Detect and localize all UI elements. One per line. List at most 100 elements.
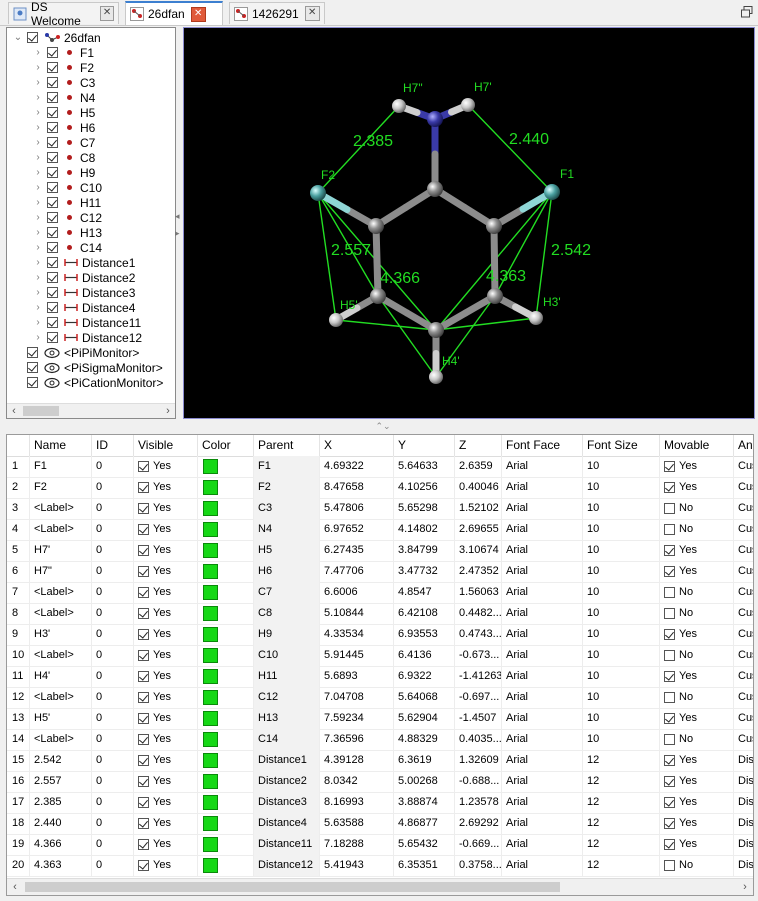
checkbox[interactable]: [664, 670, 675, 682]
x-cell[interactable]: 5.63588: [320, 813, 394, 834]
z-cell[interactable]: 2.47352: [455, 561, 502, 582]
color-cell[interactable]: [198, 603, 254, 624]
an-cell[interactable]: Cus: [734, 561, 753, 582]
column-header[interactable]: Name: [30, 435, 92, 456]
an-cell[interactable]: Cus: [734, 582, 753, 603]
color-swatch[interactable]: [203, 626, 218, 642]
scroll-left-icon[interactable]: ‹: [7, 879, 23, 895]
an-cell[interactable]: Cus: [734, 603, 753, 624]
tree-item-monitor[interactable]: <PiPiMonitor>: [13, 345, 139, 360]
row-number-cell[interactable]: 19: [7, 834, 30, 855]
checkbox[interactable]: [664, 817, 675, 829]
chevron-right-icon[interactable]: ›: [33, 107, 43, 118]
visibility-checkbox[interactable]: [47, 227, 58, 238]
vertical-splitter[interactable]: ◂ ▸: [175, 211, 183, 241]
movable-cell[interactable]: Yes: [660, 750, 734, 771]
visibility-checkbox[interactable]: [47, 197, 58, 208]
column-header[interactable]: ID: [92, 435, 134, 456]
chevron-down-icon[interactable]: ⌄: [383, 421, 391, 431]
color-swatch[interactable]: [203, 836, 218, 852]
chevron-right-icon[interactable]: ▸: [175, 228, 183, 239]
color-cell[interactable]: [198, 750, 254, 771]
x-cell[interactable]: 5.10844: [320, 603, 394, 624]
table-row[interactable]: 1 F1 0 Yes F1 4.69322 5.64633 2.6359 Arial 10 Yes C…: [7, 456, 753, 478]
chevron-right-icon[interactable]: ›: [33, 152, 43, 163]
color-cell[interactable]: [198, 561, 254, 582]
row-number-cell[interactable]: 5: [7, 540, 30, 561]
chevron-right-icon[interactable]: ›: [33, 272, 43, 283]
checkbox[interactable]: [664, 544, 675, 556]
z-cell[interactable]: -1.41263: [455, 666, 502, 687]
parent-cell[interactable]: C8: [254, 603, 320, 624]
size-cell[interactable]: 10: [583, 666, 660, 687]
checkbox[interactable]: [664, 607, 675, 619]
chevron-right-icon[interactable]: ›: [33, 77, 43, 88]
hydrogen-atom[interactable]: [429, 370, 443, 384]
checkbox[interactable]: [138, 796, 149, 808]
visible-cell[interactable]: Yes: [134, 687, 198, 708]
size-cell[interactable]: 12: [583, 834, 660, 855]
checkbox[interactable]: [664, 502, 675, 514]
y-cell[interactable]: 3.84799: [394, 540, 455, 561]
color-swatch[interactable]: [203, 815, 218, 831]
close-icon[interactable]: ✕: [100, 6, 114, 21]
row-number-cell[interactable]: 1: [7, 456, 30, 477]
checkbox[interactable]: [138, 544, 149, 556]
size-cell[interactable]: 10: [583, 456, 660, 477]
table-row[interactable]: 17 2.385 0 Yes Distance3 8.16993 3.88874 1.2357…: [7, 792, 753, 814]
table-row[interactable]: 2 F2 0 Yes F2 8.47658 4.10256 0.40046 Arial 10 Yes…: [7, 477, 753, 499]
chevron-right-icon[interactable]: ›: [33, 47, 43, 58]
z-cell[interactable]: -0.697...: [455, 687, 502, 708]
column-header[interactable]: Font Size: [583, 435, 660, 456]
checkbox[interactable]: [664, 712, 675, 724]
y-cell[interactable]: 6.4136: [394, 645, 455, 666]
tab-ds-welcome[interactable]: DS Welcome ✕: [8, 0, 119, 28]
color-cell[interactable]: [198, 645, 254, 666]
row-number-cell[interactable]: 11: [7, 666, 30, 687]
tree-item-distance[interactable]: › Distance2: [33, 270, 135, 285]
movable-cell[interactable]: Yes: [660, 792, 734, 813]
movable-cell[interactable]: Yes: [660, 813, 734, 834]
id-cell[interactable]: 0: [92, 624, 134, 645]
movable-cell[interactable]: Yes: [660, 540, 734, 561]
x-cell[interactable]: 7.36596: [320, 729, 394, 750]
y-cell[interactable]: 5.64633: [394, 456, 455, 477]
size-cell[interactable]: 10: [583, 624, 660, 645]
z-cell[interactable]: 2.69655: [455, 519, 502, 540]
face-cell[interactable]: Arial: [502, 855, 583, 876]
checkbox[interactable]: [664, 628, 675, 640]
x-cell[interactable]: 6.27435: [320, 540, 394, 561]
y-cell[interactable]: 4.14802: [394, 519, 455, 540]
column-header[interactable]: Movable: [660, 435, 734, 456]
molecule-canvas[interactable]: H7" H7' F2 F1 H5' H3' H4' 2.385 2.440 2.557 2.542 4…: [184, 28, 754, 418]
color-swatch[interactable]: [203, 584, 218, 600]
table-row[interactable]: 8 <Label> 0 Yes C8 5.10844 6.42108 0.4482... Ari…: [7, 603, 753, 625]
visible-cell[interactable]: Yes: [134, 519, 198, 540]
scrollbar-thumb[interactable]: [23, 406, 59, 416]
y-cell[interactable]: 4.10256: [394, 477, 455, 498]
checkbox[interactable]: [138, 775, 149, 787]
size-cell[interactable]: 10: [583, 477, 660, 498]
tree-item-distance[interactable]: › Distance11: [33, 315, 141, 330]
visible-cell[interactable]: Yes: [134, 582, 198, 603]
x-cell[interactable]: 4.69322: [320, 456, 394, 477]
x-cell[interactable]: 4.33534: [320, 624, 394, 645]
checkbox[interactable]: [138, 502, 149, 514]
name-cell[interactable]: H7': [30, 540, 92, 561]
visibility-checkbox[interactable]: [47, 332, 58, 343]
id-cell[interactable]: 0: [92, 855, 134, 876]
table-row[interactable]: 14 <Label> 0 Yes C14 7.36596 4.88329 0.4035... A…: [7, 729, 753, 751]
tree-horizontal-scrollbar[interactable]: ‹ ›: [7, 403, 175, 418]
parent-cell[interactable]: H9: [254, 624, 320, 645]
row-number-cell[interactable]: 8: [7, 603, 30, 624]
y-cell[interactable]: 5.64068: [394, 687, 455, 708]
visibility-checkbox[interactable]: [27, 362, 38, 373]
scroll-left-icon[interactable]: ‹: [7, 404, 21, 418]
checkbox[interactable]: [664, 481, 675, 493]
y-cell[interactable]: 6.93553: [394, 624, 455, 645]
x-cell[interactable]: 7.47706: [320, 561, 394, 582]
color-swatch[interactable]: [203, 500, 218, 516]
checkbox[interactable]: [138, 817, 149, 829]
row-number-cell[interactable]: 3: [7, 498, 30, 519]
visibility-checkbox[interactable]: [47, 302, 58, 313]
